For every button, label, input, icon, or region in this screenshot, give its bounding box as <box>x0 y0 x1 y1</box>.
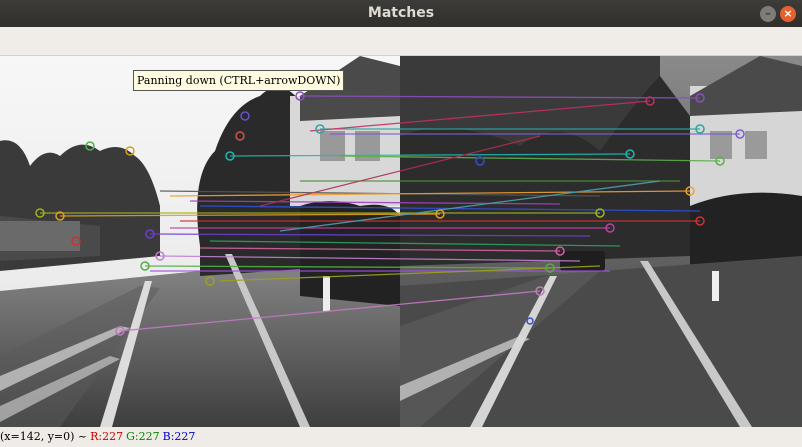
cursor-coordinates: (x=142, y=0) ~ <box>0 430 88 443</box>
toolbar <box>0 27 802 56</box>
left-camera-image <box>0 56 400 427</box>
tooltip: Panning down (CTRL+arrowDOWN) <box>133 70 345 91</box>
status-bar: (x=142, y=0) ~ R:227 G:227 B:227 <box>0 427 802 447</box>
right-camera-image <box>400 56 802 427</box>
close-icon[interactable]: × <box>780 6 796 22</box>
pixel-blue-value: B:227 <box>162 430 196 443</box>
pixel-green-value: G:227 <box>126 430 160 443</box>
minimize-icon[interactable]: – <box>760 6 776 22</box>
window-title: Matches <box>367 5 435 21</box>
image-canvas[interactable] <box>0 56 802 427</box>
pixel-red-value: R:227 <box>90 430 124 443</box>
title-bar: Matches – × <box>0 0 802 27</box>
matches-image <box>0 56 802 427</box>
